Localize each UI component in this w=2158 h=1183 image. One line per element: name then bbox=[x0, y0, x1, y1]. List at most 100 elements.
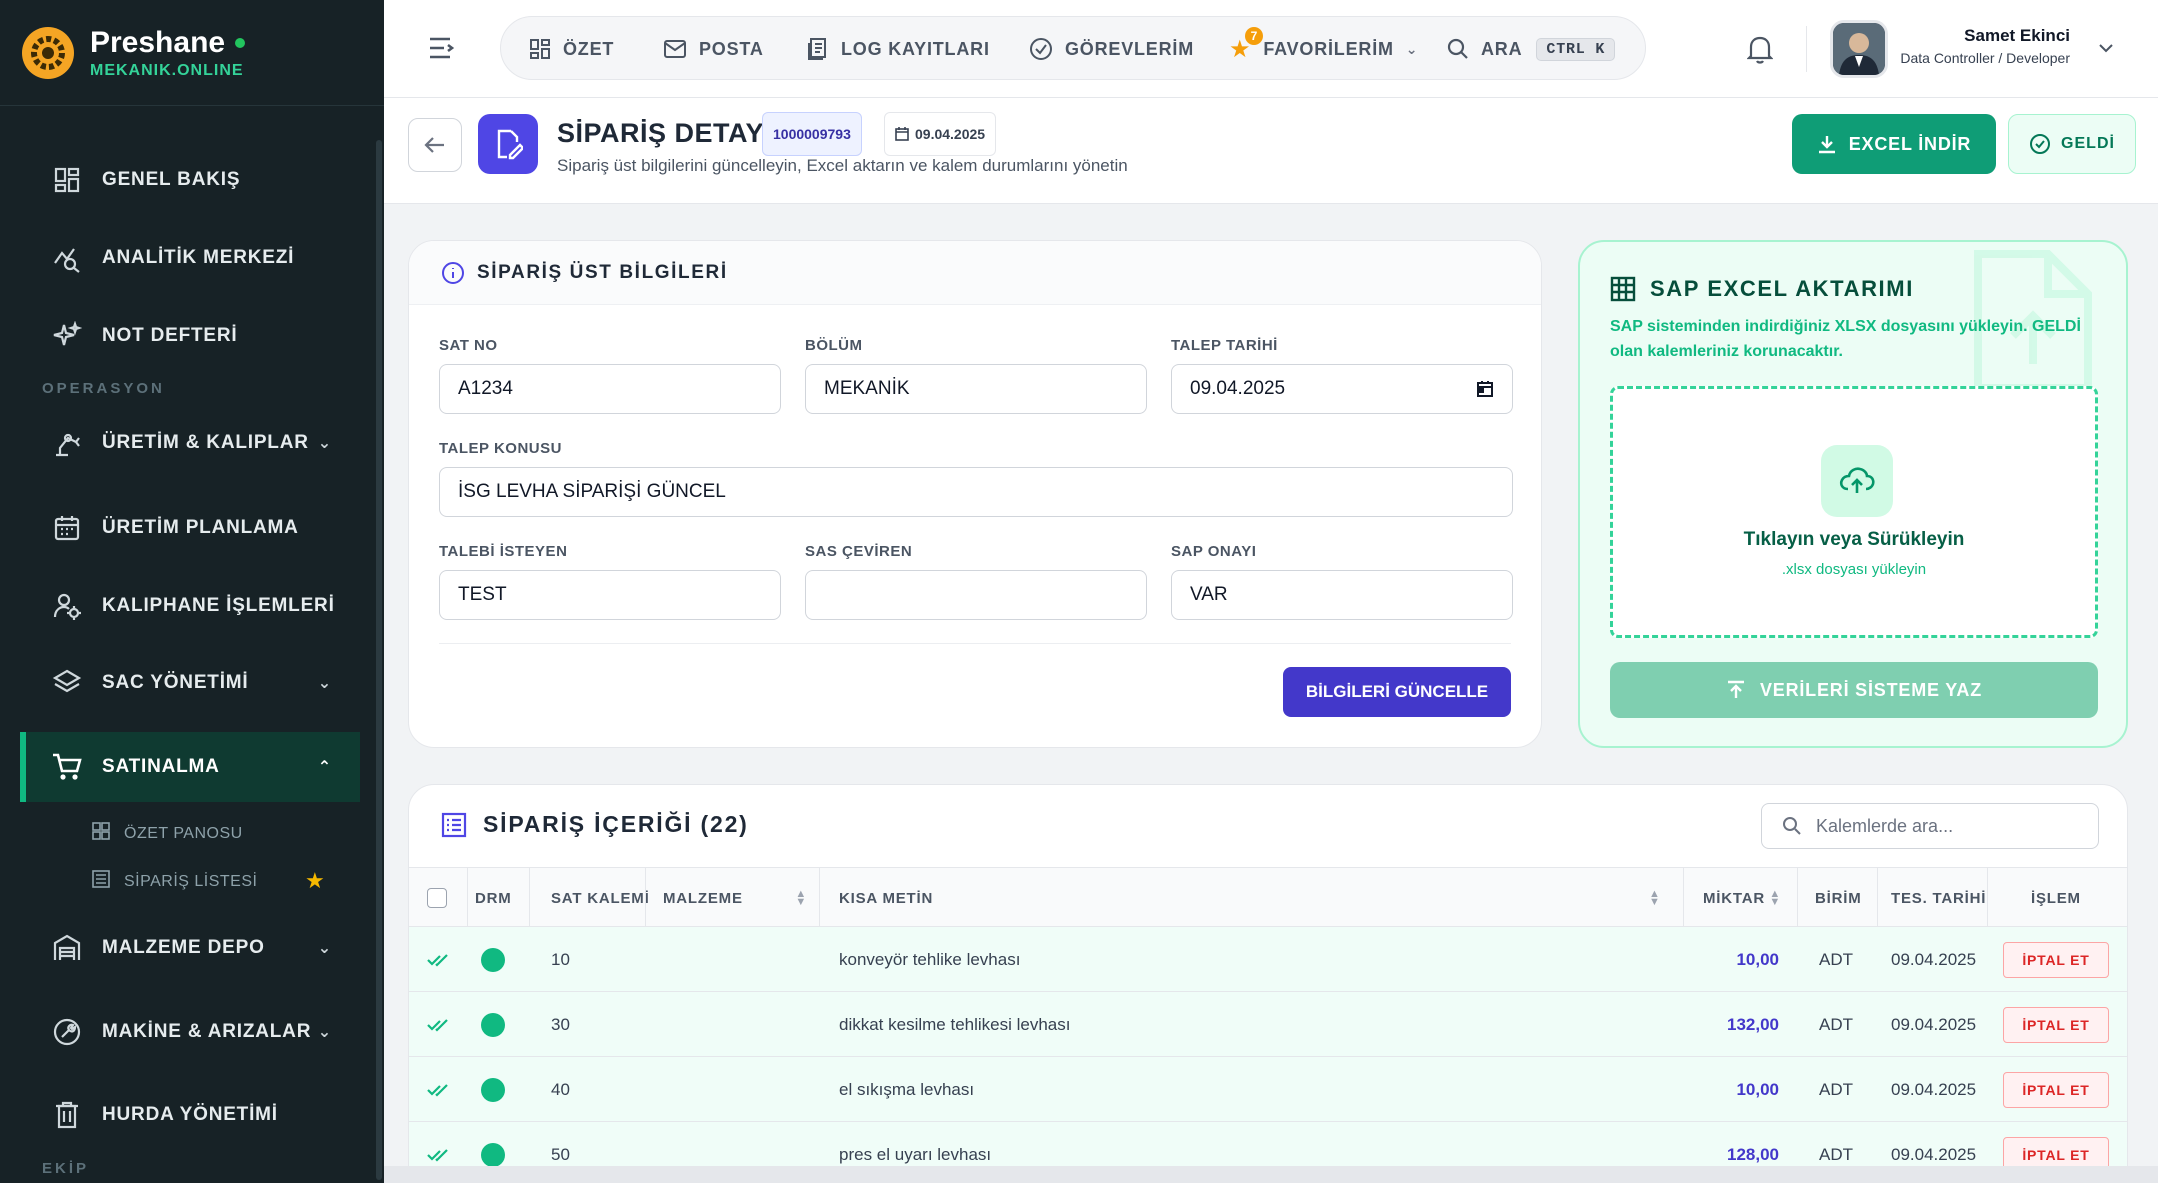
brand-subtitle: MEKANIK.ONLINE bbox=[90, 61, 244, 79]
top-menu: ÖZET POSTA LOG KAYITLARI GÖREVLERİM ★ FA… bbox=[500, 16, 1646, 80]
sidebar-item-kaliphane[interactable]: KALIPHANE İŞLEMLERİ bbox=[20, 571, 360, 641]
topnav-log[interactable]: LOG KAYITLARI bbox=[807, 17, 990, 81]
talep-tarihi-field[interactable]: 09.04.2025 bbox=[1171, 364, 1513, 414]
topnav-ozet[interactable]: ÖZET bbox=[529, 17, 614, 81]
column-header-tes-tarihi[interactable]: TES. TARİHİ bbox=[1891, 868, 1995, 928]
sidebar-item-satinalma[interactable]: SATINALMA ⌃ bbox=[20, 732, 360, 802]
column-header-miktar[interactable]: MİKTAR ▲ ▼ bbox=[1703, 868, 1793, 928]
download-icon bbox=[1817, 134, 1837, 154]
order-items-card: SİPARİŞ İÇERİĞİ (22) Kalemlerde ara... D… bbox=[408, 784, 2128, 1183]
star-icon[interactable]: ★ bbox=[305, 868, 325, 894]
user-name[interactable]: Samet Ekinci bbox=[1964, 26, 2070, 46]
chevron-down-icon: ⌄ bbox=[1405, 40, 1419, 57]
topnav-ara[interactable]: ARA CTRL K bbox=[1447, 17, 1616, 81]
geldi-button[interactable]: GELDİ bbox=[2008, 114, 2136, 174]
table-row[interactable]: 30 dikkat kesilme tehlikesi levhası 132,… bbox=[409, 992, 2127, 1057]
column-header-sat-kalemi[interactable]: SAT KALEMİ bbox=[551, 868, 651, 928]
row-miktar: 132,00 bbox=[1727, 1014, 1779, 1034]
cancel-item-button[interactable]: İPTAL ET bbox=[2003, 941, 2109, 978]
brand[interactable]: Preshane MEKANIK.ONLINE bbox=[0, 0, 384, 106]
sidebar-item-label: SAC YÖNETİMİ bbox=[102, 672, 249, 693]
calendar-icon[interactable] bbox=[1476, 380, 1494, 398]
sidebar-item-makine[interactable]: MAKİNE & ARIZALAR ⌄ bbox=[20, 997, 360, 1067]
sas-ceviren-field[interactable] bbox=[805, 570, 1147, 620]
sidebar-scrollbar[interactable] bbox=[376, 140, 382, 1180]
section-label-ekip: EKİP bbox=[42, 1160, 90, 1177]
table-title: SİPARİŞ İÇERİĞİ (22) bbox=[483, 811, 749, 837]
excel-download-button[interactable]: EXCEL İNDİR bbox=[1792, 114, 1996, 174]
double-check-icon bbox=[427, 992, 449, 1057]
sidebar-item-genel-bakis[interactable]: GENEL BAKIŞ bbox=[20, 145, 360, 215]
divider bbox=[439, 643, 1511, 644]
sort-icon[interactable]: ▲ ▼ bbox=[1649, 868, 1675, 928]
document-edit-icon bbox=[478, 114, 538, 174]
column-header-birim[interactable]: BİRİM bbox=[1815, 868, 1875, 928]
sort-icon: ▲ ▼ bbox=[1769, 888, 1781, 908]
status-indicator bbox=[481, 927, 505, 992]
cloud-upload-icon bbox=[1821, 445, 1893, 517]
update-info-button[interactable]: BİLGİLERİ GÜNCELLE bbox=[1283, 667, 1511, 717]
sidebar-item-analitik[interactable]: ANALİTİK MERKEZİ bbox=[20, 223, 360, 293]
sat-no-field[interactable]: A1234 bbox=[439, 364, 781, 414]
horizontal-scrollbar[interactable] bbox=[384, 1166, 2158, 1183]
sap-description: SAP sisteminden indirdiğiniz XLSX dosyas… bbox=[1610, 318, 2081, 360]
sidebar-sub-siparis-listesi[interactable]: SİPARİŞ LİSTESİ bbox=[92, 870, 257, 893]
bolum-field[interactable]: MEKANİK bbox=[805, 364, 1147, 414]
topnav-label: GÖREVLERİM bbox=[1065, 38, 1195, 59]
page-header: SİPARİŞ DETAYI 1000009793 09.04.2025 Sip… bbox=[384, 98, 2158, 204]
analytics-icon bbox=[50, 241, 84, 275]
row-kalem: 10 bbox=[551, 949, 570, 969]
table-row[interactable]: 40 el sıkışma levhası 10,00 ADT 09.04.20… bbox=[409, 1057, 2127, 1122]
row-tarih: 09.04.2025 bbox=[1891, 949, 1977, 969]
back-button[interactable] bbox=[408, 118, 462, 172]
talep-tarihi-value: 09.04.2025 bbox=[1190, 378, 1286, 399]
select-all-checkbox[interactable] bbox=[427, 868, 447, 928]
row-kalem: 30 bbox=[551, 1014, 570, 1034]
sap-onayi-field[interactable]: VAR bbox=[1171, 570, 1513, 620]
dropzone-title: Tıklayın veya Sürükleyin bbox=[1743, 529, 1965, 550]
sidebar-item-uretim-kaliplar[interactable]: ÜRETİM & KALIPLAR ⌄ bbox=[20, 408, 360, 478]
gear-logo-icon bbox=[22, 26, 74, 79]
avatar[interactable] bbox=[1830, 20, 1888, 78]
write-to-system-button[interactable]: VERİLERİ SİSTEME YAZ bbox=[1610, 662, 2098, 718]
topnav-posta[interactable]: POSTA bbox=[663, 17, 764, 81]
column-header-drm[interactable]: DRM bbox=[475, 868, 525, 928]
calendar-icon bbox=[895, 127, 909, 141]
table-row[interactable]: 10 konveyör tehlike levhası 10,00 ADT 09… bbox=[409, 927, 2127, 992]
trash-icon bbox=[50, 1098, 84, 1132]
topnav-label: FAVORİLERİM bbox=[1263, 38, 1394, 59]
sidebar-item-sac[interactable]: SAC YÖNETİMİ ⌄ bbox=[20, 648, 360, 718]
sidebar-item-malzeme-depo[interactable]: MALZEME DEPO ⌄ bbox=[20, 913, 360, 983]
dashboard-icon bbox=[50, 163, 84, 197]
talebi-isteyen-field[interactable]: TEST bbox=[439, 570, 781, 620]
menu-toggle-icon[interactable] bbox=[428, 36, 456, 65]
online-dot bbox=[235, 37, 246, 48]
topnav-gorevlerim[interactable]: GÖREVLERİM bbox=[1029, 17, 1194, 81]
sidebar: Preshane MEKANIK.ONLINE GENEL BAKIŞ ANAL… bbox=[0, 0, 384, 1183]
sidebar-item-not-defteri[interactable]: NOT DEFTERİ bbox=[20, 301, 360, 371]
talep-konusu-field[interactable]: İSG LEVHA SİPARİŞİ GÜNCEL bbox=[439, 467, 1513, 517]
page-subtitle: Sipariş üst bilgilerini güncelleyin, Exc… bbox=[557, 156, 1128, 175]
divider bbox=[1806, 26, 1807, 72]
sap-card-title: SAP EXCEL AKTARIMI bbox=[1650, 276, 1914, 301]
sidebar-item-label: ÜRETİM PLANLAMA bbox=[102, 517, 299, 538]
row-tarih: 09.04.2025 bbox=[1891, 1014, 1977, 1034]
chevron-down-icon[interactable] bbox=[2098, 40, 2114, 58]
sidebar-sub-ozet-panosu[interactable]: ÖZET PANOSU bbox=[92, 822, 243, 845]
keyboard-shortcut: CTRL K bbox=[1536, 37, 1616, 61]
sidebar-item-hurda[interactable]: HURDA YÖNETİMİ bbox=[20, 1080, 360, 1150]
table-search-input[interactable]: Kalemlerde ara... bbox=[1761, 803, 2099, 849]
topnav-favorilerim[interactable]: ★ FAVORİLERİM ⌄ bbox=[1229, 17, 1418, 81]
talep-tarihi-label: TALEP TARİHİ bbox=[1171, 337, 1278, 354]
bell-icon[interactable] bbox=[1746, 34, 1774, 69]
sidebar-item-uretim-planlama[interactable]: ÜRETİM PLANLAMA bbox=[20, 493, 360, 563]
cancel-item-button[interactable]: İPTAL ET bbox=[2003, 1006, 2109, 1043]
sidebar-item-label: MAKİNE & ARIZALAR bbox=[102, 1021, 312, 1042]
column-header-kisa-metin[interactable]: KISA METİN bbox=[839, 868, 1101, 928]
file-dropzone[interactable]: Tıklayın veya Sürükleyin .xlsx dosyası y… bbox=[1610, 386, 2098, 638]
check-circle-icon bbox=[2029, 133, 2051, 155]
cancel-item-button[interactable]: İPTAL ET bbox=[2003, 1071, 2109, 1108]
status-indicator bbox=[481, 992, 505, 1057]
robot-arm-icon bbox=[50, 426, 84, 460]
column-header-malzeme[interactable]: MALZEME ▲ ▼ bbox=[663, 868, 819, 928]
